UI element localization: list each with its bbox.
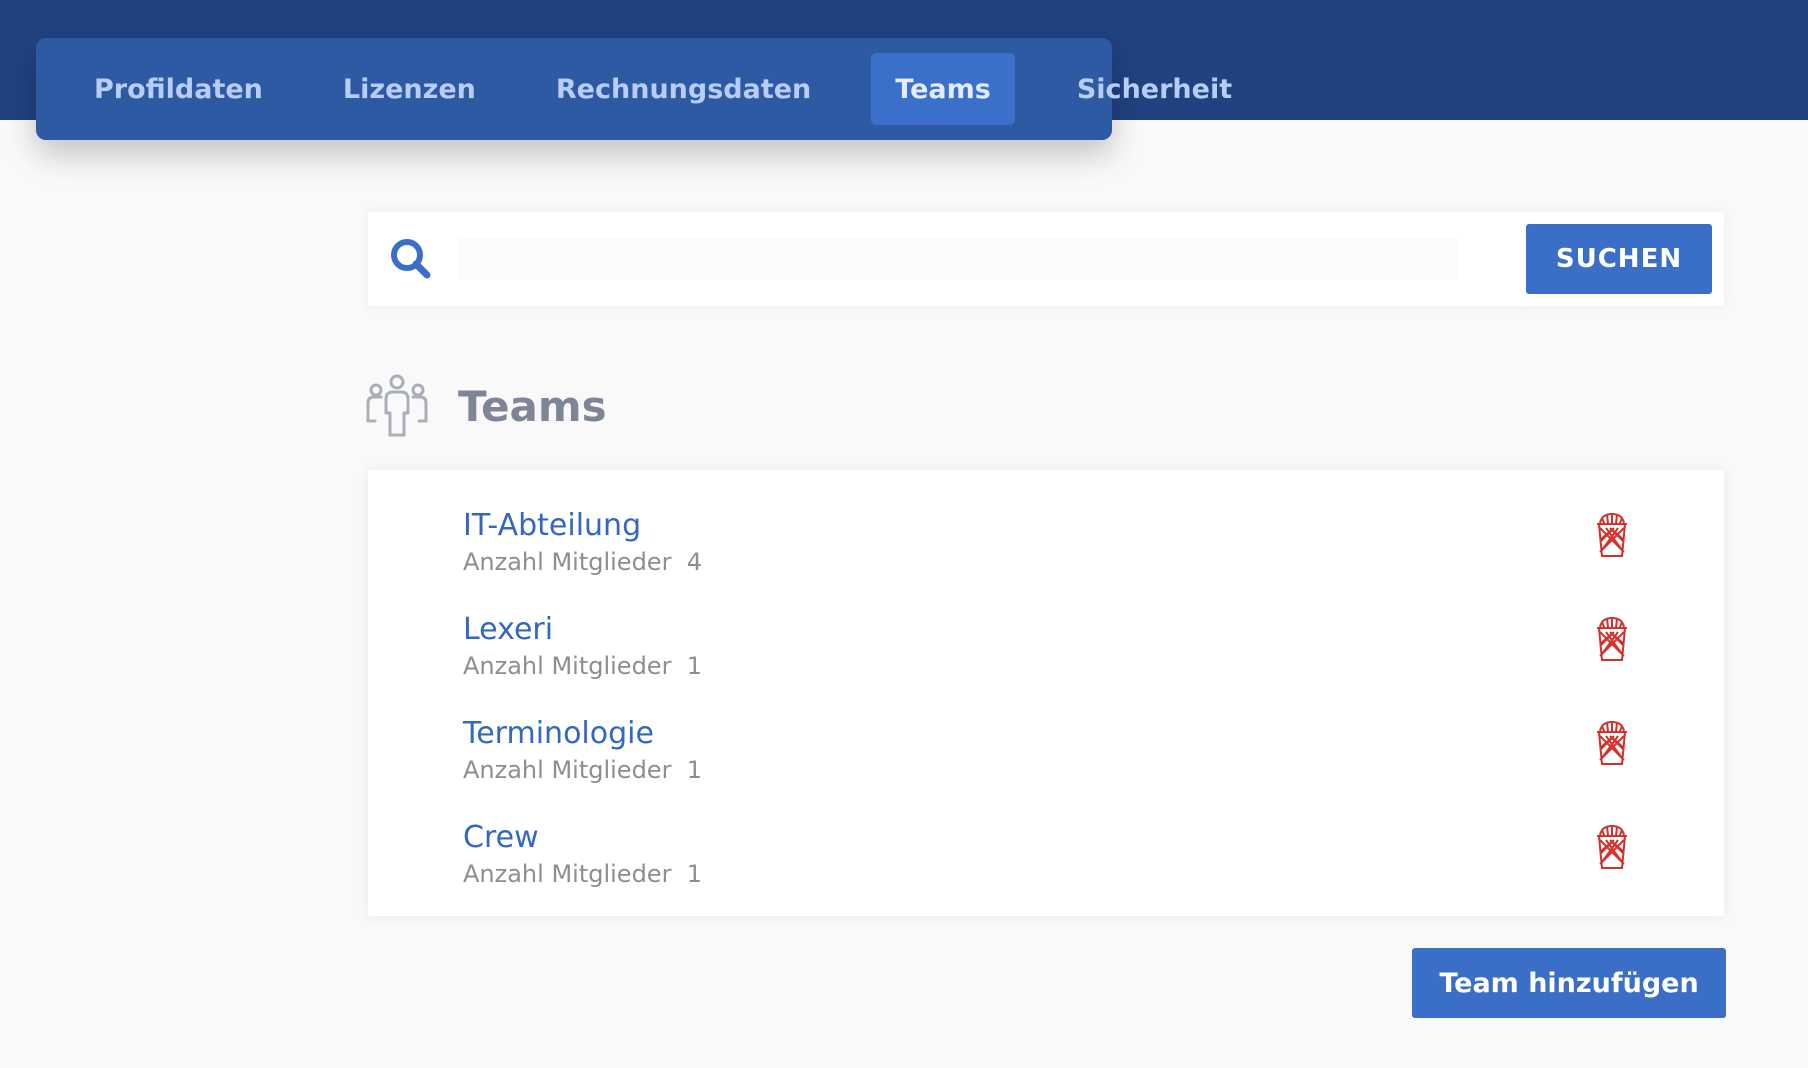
people-group-icon <box>366 374 428 437</box>
team-name-link[interactable]: Terminologie <box>463 716 654 751</box>
teams-list: IT-Abteilung Anzahl Mitglieder 4 Lexeri … <box>368 470 1724 916</box>
add-team-button[interactable]: Team hinzufügen <box>1412 948 1726 1018</box>
tab-sicherheit[interactable]: Sicherheit <box>1037 53 1272 125</box>
list-item: Lexeri Anzahl Mitglieder 1 <box>368 612 1724 702</box>
tab-teams[interactable]: Teams <box>871 53 1015 125</box>
team-member-count: Anzahl Mitglieder 1 <box>463 756 702 784</box>
member-count-label: Anzahl Mitglieder <box>463 756 672 784</box>
team-name-link[interactable]: Crew <box>463 820 539 855</box>
member-count-label: Anzahl Mitglieder <box>463 652 672 680</box>
trash-icon[interactable] <box>1594 720 1630 766</box>
team-member-count: Anzahl Mitglieder 1 <box>463 860 702 888</box>
teams-title: Teams <box>458 381 607 431</box>
team-member-count: Anzahl Mitglieder 4 <box>463 548 702 576</box>
search-button[interactable]: SUCHEN <box>1526 224 1712 294</box>
teams-section-header: Teams <box>364 372 607 440</box>
list-item: IT-Abteilung Anzahl Mitglieder 4 <box>368 508 1724 598</box>
team-name-link[interactable]: IT-Abteilung <box>463 508 641 543</box>
trash-icon[interactable] <box>1594 824 1630 870</box>
tab-rechnungsdaten[interactable]: Rechnungsdaten <box>516 53 851 125</box>
list-item: Crew Anzahl Mitglieder 1 <box>368 820 1724 910</box>
member-count-value: 1 <box>686 860 702 888</box>
member-count-label: Anzahl Mitglieder <box>463 860 672 888</box>
member-count-value: 1 <box>686 756 702 784</box>
settings-tab-nav: Profildaten Lizenzen Rechnungsdaten Team… <box>36 38 1232 140</box>
team-name-link[interactable]: Lexeri <box>463 612 553 647</box>
search-bar: SUCHEN <box>368 212 1724 306</box>
team-member-count: Anzahl Mitglieder 1 <box>463 652 702 680</box>
list-item: Terminologie Anzahl Mitglieder 1 <box>368 716 1724 806</box>
trash-icon[interactable] <box>1594 616 1630 662</box>
tab-profildaten[interactable]: Profildaten <box>54 53 303 125</box>
trash-icon[interactable] <box>1594 512 1630 558</box>
member-count-value: 1 <box>686 652 702 680</box>
member-count-label: Anzahl Mitglieder <box>463 548 672 576</box>
search-input[interactable] <box>458 238 1458 280</box>
search-icon <box>391 239 431 279</box>
member-count-value: 4 <box>686 548 702 576</box>
tab-lizenzen[interactable]: Lizenzen <box>303 53 516 125</box>
